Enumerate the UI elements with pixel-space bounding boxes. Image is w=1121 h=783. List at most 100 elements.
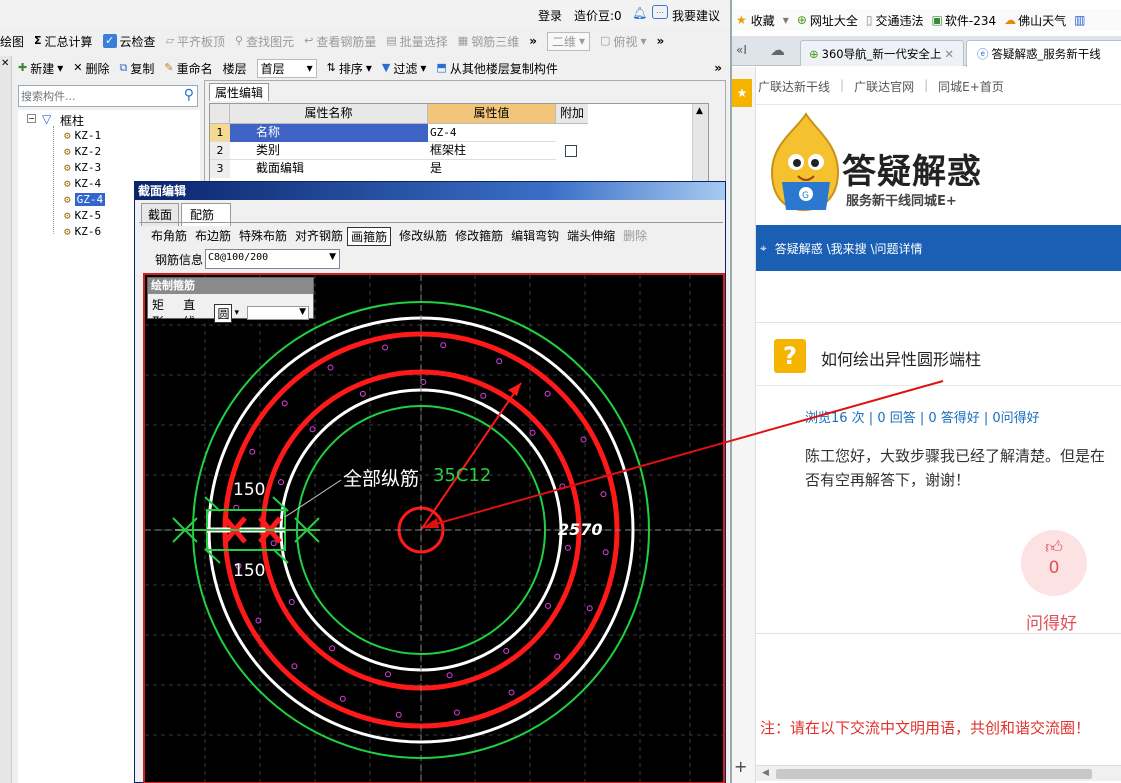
shape-line[interactable]: 直线 xyxy=(183,296,206,330)
action-align-rebar[interactable]: 对齐钢筋 xyxy=(291,227,347,246)
site-link[interactable]: 广联达官网 xyxy=(854,78,914,95)
dialog-title[interactable]: 截面编辑 xyxy=(135,182,725,200)
toolbar-cloud-check[interactable]: ✓ 云检查 xyxy=(102,33,156,50)
prop-name-cell[interactable]: 类别 xyxy=(230,142,428,160)
overflow-chevron-icon[interactable]: » xyxy=(714,61,722,75)
copy-from-floor-button[interactable]: ⬒ 从其他楼层复制构件 xyxy=(436,60,557,77)
extra-checkbox[interactable] xyxy=(565,145,577,157)
scroll-thumb[interactable] xyxy=(776,769,1092,779)
add-icon[interactable]: + xyxy=(734,757,747,776)
toolbar-draw[interactable]: 绘图 xyxy=(0,33,24,50)
paw-icon[interactable]: ▥ xyxy=(1074,13,1085,27)
tab-close-icon[interactable]: ✕ xyxy=(944,47,954,61)
tree-item-selected[interactable]: ⚙ GZ-4 xyxy=(64,193,106,206)
drawing-canvas[interactable]: 150 150 全部纵筋 35C12 2570 绘制箍筋 矩形 直线 圆 ▾ ▼ xyxy=(143,273,725,783)
draw-stirrup-title[interactable]: 绘制箍筋 xyxy=(148,278,313,294)
favorites-sidebar-icon[interactable]: ★ xyxy=(732,79,752,107)
action-edit-hook[interactable]: 编辑弯钩 xyxy=(507,227,563,246)
search-input[interactable] xyxy=(21,88,171,104)
toolbar-align-slab[interactable]: ▱ 平齐板顶 xyxy=(166,33,225,50)
overflow-chevron-icon[interactable]: » xyxy=(529,34,537,48)
dropdown-arrow-icon[interactable]: ▾ xyxy=(234,308,239,318)
tree-item[interactable]: ⚙ KZ-5 xyxy=(64,209,101,222)
tab-property-edit[interactable]: 属性编辑 xyxy=(209,83,270,101)
view-icon: ▢ xyxy=(600,34,611,47)
chat-icon[interactable]: … xyxy=(652,5,668,19)
dropdown-arrow-icon[interactable]: ▾ xyxy=(783,13,789,27)
action-delete[interactable]: 删除 xyxy=(619,227,651,246)
rebar-info-select[interactable]: C8@100/200 ▼ xyxy=(205,249,340,269)
new-button[interactable]: ✚ 新建 ▾ xyxy=(18,60,63,77)
filter-button[interactable]: ▼ 过滤 ▾ xyxy=(382,60,427,77)
rename-button[interactable]: ✎ 重命名 xyxy=(164,60,212,77)
cloud-icon[interactable]: ☁ xyxy=(770,41,785,59)
toolbar-batch-select[interactable]: ▤ 批量选择 xyxy=(386,33,447,50)
shape-circle[interactable]: 圆 xyxy=(214,303,233,323)
bookmark-item[interactable]: 交通违法 xyxy=(876,12,924,29)
copy-button[interactable]: ⧉ 复制 xyxy=(120,60,155,77)
browser-tab-active[interactable]: ⓔ 答疑解惑_服务新干线 xyxy=(966,40,1121,67)
question-body-line: 否有空再解答下，谢谢！ xyxy=(805,471,971,489)
dimension-tick xyxy=(272,548,289,564)
view-mode-select[interactable]: ▢ 俯视 ▾ xyxy=(600,33,646,50)
search-box[interactable]: ⚲ xyxy=(18,85,198,107)
scroll-up-icon[interactable]: ▲ xyxy=(696,106,703,116)
site-link[interactable]: 广联达新干线 xyxy=(758,78,830,95)
row-number: 2 xyxy=(210,142,230,160)
view-2d-select[interactable]: 二维 ▾ xyxy=(546,31,591,51)
scroll-left-icon[interactable]: ◀ xyxy=(762,768,769,778)
shape-rectangle[interactable]: 矩形 xyxy=(152,296,175,330)
prop-name-cell[interactable]: 名称 xyxy=(230,124,428,142)
tree-item[interactable]: ⚙ KZ-4 xyxy=(64,177,101,190)
tree-root[interactable]: 框柱 xyxy=(60,112,84,129)
scrollbar[interactable]: ▲ xyxy=(692,104,708,192)
action-corner-rebar[interactable]: 布角筋 xyxy=(147,227,191,246)
floor-select[interactable]: 首层 ▾ xyxy=(256,58,317,78)
site-link[interactable]: 同城E+首页 xyxy=(938,78,1004,95)
collapse-icon[interactable]: − xyxy=(27,114,36,123)
longitudinal-rebar-dot xyxy=(446,672,453,679)
bookmark-item[interactable]: 软件-234 xyxy=(945,12,996,29)
browser-tab[interactable]: ⊕ 360导航_新一代安全上 ✕ xyxy=(800,40,964,66)
feedback-link[interactable]: 我要建议 xyxy=(672,7,720,24)
action-end-stretch[interactable]: 端头伸缩 xyxy=(563,227,619,246)
header-extra: 附加 xyxy=(556,104,588,124)
action-special-rebar[interactable]: 特殊布筋 xyxy=(235,227,291,246)
prop-value-cell[interactable]: 框架柱 xyxy=(428,142,556,160)
rebar-view-icon: ↩ xyxy=(304,34,314,47)
login-link[interactable]: 登录 xyxy=(538,7,562,24)
toolbar-summary-calc[interactable]: Σ 汇总计算 xyxy=(34,33,93,50)
search-icon[interactable]: ⚲ xyxy=(184,87,194,103)
toolbar-find-element[interactable]: ⚲ 查找图元 xyxy=(235,33,294,50)
shape-param-select[interactable]: ▼ xyxy=(247,306,309,320)
favorites-star-icon[interactable]: ★ xyxy=(736,13,747,27)
action-edge-rebar[interactable]: 布边筋 xyxy=(191,227,235,246)
close-icon[interactable]: ✕ xyxy=(1,58,9,69)
bookmark-item[interactable]: 收藏 xyxy=(751,12,775,29)
like-button[interactable]: 👍︎ 0 xyxy=(1021,530,1087,596)
bell-icon[interactable]: 🔔︎ xyxy=(632,6,647,20)
bookmark-item[interactable]: 网址大全 xyxy=(810,12,858,29)
tree-item[interactable]: ⚙ KZ-1 xyxy=(64,129,101,142)
prop-value-cell[interactable]: GZ-4 xyxy=(428,124,556,142)
filter-icon: ▼ xyxy=(381,61,391,74)
tab-prev-icon[interactable]: «I xyxy=(736,43,747,57)
prop-value-cell[interactable]: 是 xyxy=(428,160,556,178)
sort-button[interactable]: ⇅ 排序 ▾ xyxy=(327,60,372,77)
toolbar-view-rebar[interactable]: ↩ 查看钢筋量 xyxy=(304,33,376,50)
action-draw-stirrup[interactable]: 画箍筋 xyxy=(347,227,392,246)
longitudinal-rebar-dot xyxy=(309,426,316,433)
horizontal-scrollbar[interactable]: ◀ xyxy=(756,765,1121,781)
overflow-chevron-icon[interactable]: » xyxy=(656,34,664,48)
action-modify-stirrup[interactable]: 修改箍筋 xyxy=(451,227,507,246)
tree-item[interactable]: ⚙ KZ-2 xyxy=(64,145,101,158)
tree-item[interactable]: ⚙ KZ-6 xyxy=(64,225,101,238)
action-modify-long[interactable]: 修改纵筋 xyxy=(395,227,451,246)
prop-name-cell[interactable]: 截面编辑 xyxy=(230,160,428,178)
longitudinal-rebar-dot xyxy=(329,645,336,652)
tree-item[interactable]: ⚙ KZ-3 xyxy=(64,161,101,174)
delete-button[interactable]: ✕ 删除 xyxy=(73,60,109,77)
toolbar-rebar-3d[interactable]: ▦ 钢筋三维 xyxy=(458,33,519,50)
nav-path[interactable]: 答疑解惑 \我来搜 \问题详情 xyxy=(775,240,923,257)
bookmark-item[interactable]: 佛山天气 xyxy=(1018,12,1066,29)
